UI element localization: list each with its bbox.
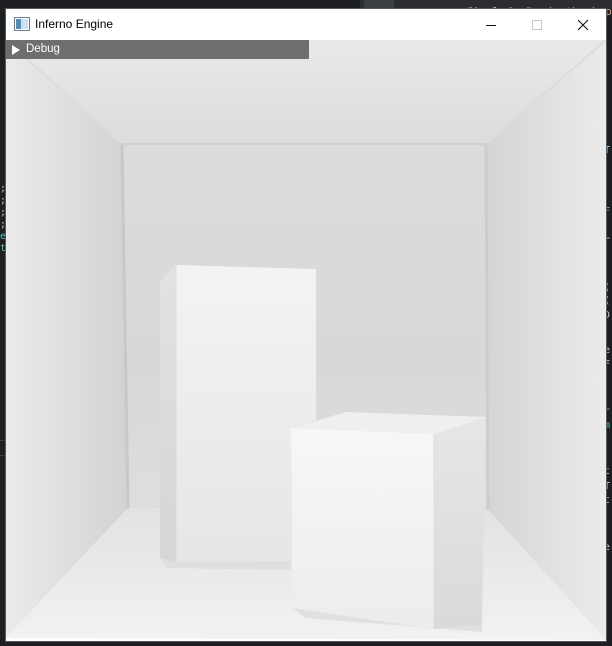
- desktop: #include "../maths.hpp T F r ( ( D e F r…: [0, 0, 612, 646]
- render-viewport[interactable]: [6, 40, 606, 640]
- debug-panel-label: Debug: [26, 43, 60, 55]
- editor-tab[interactable]: [364, 0, 394, 9]
- maximize-button[interactable]: [514, 9, 560, 40]
- close-icon: [577, 19, 589, 30]
- cornell-box-render: [6, 40, 606, 640]
- window-title: Inferno Engine: [35, 17, 114, 31]
- app-window: Inferno Engine Debug: [6, 9, 606, 641]
- title-bar[interactable]: Inferno Engine: [6, 9, 606, 40]
- tall-box-side: [160, 265, 176, 562]
- debug-panel-header[interactable]: Debug: [6, 40, 309, 59]
- short-box-front: [291, 428, 434, 629]
- collapse-arrow-icon[interactable]: [12, 44, 20, 55]
- short-box-side: [434, 417, 486, 629]
- minimize-button[interactable]: [468, 9, 514, 40]
- right-back-edge: [484, 143, 490, 511]
- maximize-icon: [532, 19, 542, 30]
- close-button[interactable]: [560, 9, 606, 40]
- minimize-icon: [486, 24, 496, 26]
- app-window-icon: [14, 17, 30, 31]
